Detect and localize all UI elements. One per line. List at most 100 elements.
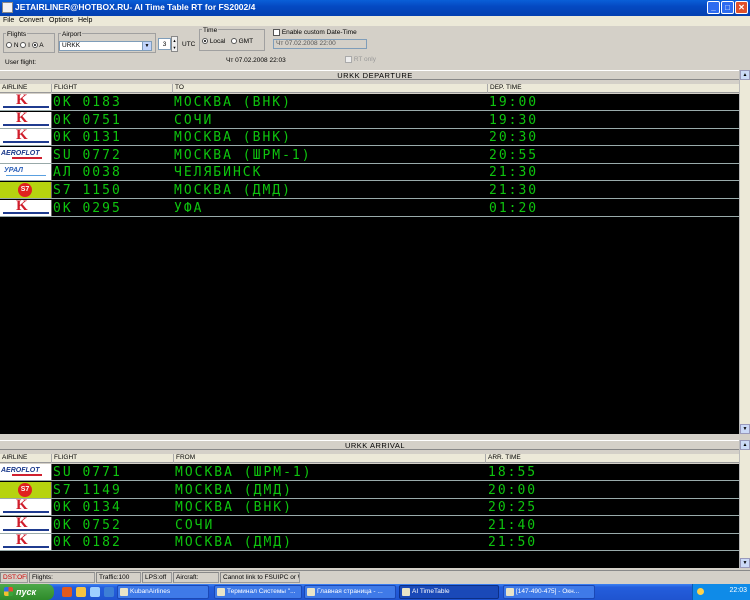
departure-time: 20:55 [489, 147, 539, 163]
airport-select[interactable]: URKK ▼ [59, 41, 152, 51]
table-row[interactable]: S7 S7 1149 МОСКВА (ДМД) 20:00 [0, 481, 739, 499]
folder-icon[interactable] [76, 587, 86, 597]
s7-mark: S7 [18, 183, 32, 197]
firefox-icon[interactable] [62, 587, 72, 597]
logo-stripe [3, 141, 49, 144]
menu-help[interactable]: Help [78, 17, 92, 24]
window-icon [506, 588, 514, 596]
table-row[interactable]: AEROFLOT SU 0772 МОСКВА (ШРМ-1) 20:55 [0, 146, 739, 164]
system-tray: 22:03 [692, 584, 750, 600]
utc-label: UTC [182, 41, 196, 48]
kuban-airlines-logo: K [0, 111, 52, 128]
table-row[interactable]: K 0K 0182 МОСКВА (ДМД) 21:50 [0, 534, 739, 552]
departure-board: URKK DEPARTURE AIRLINE FLIGHT TO DEP. TI… [0, 70, 750, 434]
desktop-icon[interactable] [90, 587, 100, 597]
col-dep-time[interactable]: DEP. TIME [487, 84, 739, 93]
departure-time: 21:30 [489, 165, 539, 181]
flights-radio-i[interactable] [20, 42, 27, 49]
kuban-airlines-logo: K [0, 129, 52, 146]
table-row[interactable]: K 0K 0134 МОСКВА (ВНК) 20:25 [0, 499, 739, 517]
table-row[interactable]: K 0K 0752 СОЧИ 21:40 [0, 516, 739, 534]
col-to[interactable]: TO [172, 84, 184, 93]
time-option-gmt: GMT [238, 38, 254, 45]
logo-stripe [3, 511, 49, 514]
tray-icon[interactable] [697, 588, 704, 595]
destination: СОЧИ [174, 112, 214, 128]
col-arr-time[interactable]: ARR. TIME [485, 454, 739, 463]
departure-grid[interactable]: K 0K 0183 МОСКВА (ВНК) 19:00 K 0K 0751 СОЧИ 19:… [0, 94, 739, 434]
app-icon [2, 2, 13, 13]
close-button[interactable]: ✕ [735, 1, 748, 14]
custom-date-field[interactable]: Чт 07.02.2008 22:00 [273, 39, 367, 49]
scroll-up-icon[interactable]: ▲ [740, 70, 750, 80]
chevron-down-icon[interactable]: ▼ [142, 42, 151, 50]
time-radio-local[interactable] [202, 38, 208, 45]
scroll-down-icon[interactable]: ▼ [740, 558, 750, 568]
origin: МОСКВА (ДМД) [175, 482, 293, 498]
window-title: JETAIRLINER@HOTBOX.RU- AI Time Table RT … [15, 2, 256, 12]
table-row[interactable]: УРАЛ АЛ 0038 ЧЕЛЯБИНСК 21:30 [0, 164, 739, 182]
utc-spinner[interactable]: ▲ ▼ [171, 36, 178, 52]
scroll-down-icon[interactable]: ▼ [740, 424, 750, 434]
taskbar-button[interactable]: KubanAirlines [117, 585, 209, 599]
ural-wordmark: УРАЛ [4, 167, 23, 175]
arrival-time: 21:40 [488, 517, 538, 533]
scroll-up-icon[interactable]: ▲ [740, 440, 750, 450]
departure-scrollbar[interactable]: ▲ ▼ [739, 70, 750, 434]
taskbar: пуск KubanAirlines Терминал Системы "... Г… [0, 584, 750, 600]
taskbar-button[interactable]: Терминал Системы "... [214, 585, 302, 599]
user-flight-label: User flight: [5, 59, 37, 66]
taskbar-button[interactable]: [147-490-475] - Окн... [503, 585, 595, 599]
col-flight[interactable]: FLIGHT [51, 454, 77, 463]
table-row[interactable]: AEROFLOT SU 0771 МОСКВА (ШРМ-1) 18:55 [0, 464, 739, 481]
table-row[interactable]: K 0K 0295 УФА 01:20 [0, 199, 739, 217]
col-airline[interactable]: AIRLINE [0, 84, 27, 93]
destination: МОСКВА (ДМД) [174, 183, 292, 198]
flight-number: 0K 0183 [53, 95, 122, 110]
departure-column-header: AIRLINE FLIGHT TO DEP. TIME [0, 84, 739, 93]
menu-bar: File Convert Options Help [0, 16, 750, 26]
menu-options[interactable]: Options [49, 17, 73, 24]
departure-title: URKK DEPARTURE [0, 70, 750, 80]
logo-stripe [3, 211, 49, 214]
flight-number: SU 0771 [53, 465, 122, 480]
kuban-airlines-logo: K [0, 94, 52, 110]
menu-convert[interactable]: Convert [19, 17, 44, 24]
custom-date-checkbox[interactable] [273, 29, 280, 36]
rt-only-checkbox[interactable] [345, 56, 352, 63]
minimize-button[interactable]: _ [707, 1, 720, 14]
flight-number: 0K 0751 [53, 112, 122, 128]
taskbar-button-label: AI TimeTable [412, 588, 450, 595]
destination: МОСКВА (ШРМ-1) [174, 147, 312, 163]
maximize-button[interactable]: □ [721, 1, 734, 14]
menu-file[interactable]: File [3, 17, 14, 24]
start-button[interactable]: пуск [0, 584, 54, 600]
logo-stripe [3, 546, 49, 549]
table-row[interactable]: K 0K 0131 МОСКВА (ВНК) 20:30 [0, 129, 739, 147]
flights-radio-a[interactable] [31, 42, 38, 49]
arrival-grid[interactable]: AEROFLOT SU 0771 МОСКВА (ШРМ-1) 18:55 S7 S7 1… [0, 464, 739, 568]
arrival-scrollbar[interactable]: ▲ ▼ [739, 440, 750, 568]
kuban-airlines-logo: K [0, 516, 52, 533]
ie-icon[interactable] [104, 587, 114, 597]
col-flight[interactable]: FLIGHT [51, 84, 77, 93]
col-airline[interactable]: AIRLINE [0, 454, 27, 463]
utc-offset-input[interactable]: 3 [158, 38, 171, 50]
ural-airlines-logo: УРАЛ [0, 164, 52, 181]
flight-number: SU 0772 [53, 147, 122, 163]
arrival-board: URKK ARRIVAL AIRLINE FLIGHT FROM ARR. TI… [0, 440, 750, 568]
logo-stripe [3, 528, 49, 531]
table-row[interactable]: K 0K 0751 СОЧИ 19:30 [0, 111, 739, 129]
title-bar[interactable]: JETAIRLINER@HOTBOX.RU- AI Time Table RT … [0, 0, 750, 16]
taskbar-button[interactable]: Главная страница - ... [304, 585, 396, 599]
flights-radio-n[interactable] [6, 42, 12, 49]
table-row[interactable]: S7 S7 1150 МОСКВА (ДМД) 21:30 [0, 182, 739, 199]
col-from[interactable]: FROM [173, 454, 195, 463]
table-row[interactable]: K 0K 0183 МОСКВА (ВНК) 19:00 [0, 94, 739, 111]
taskbar-button[interactable]: AI TimeTable [399, 585, 499, 599]
origin: МОСКВА (ШРМ-1) [175, 465, 313, 480]
s7-logo: S7 [0, 481, 52, 498]
time-radio-gmt[interactable] [230, 38, 237, 45]
start-label: пуск [16, 587, 37, 597]
time-label: Time [202, 27, 219, 34]
